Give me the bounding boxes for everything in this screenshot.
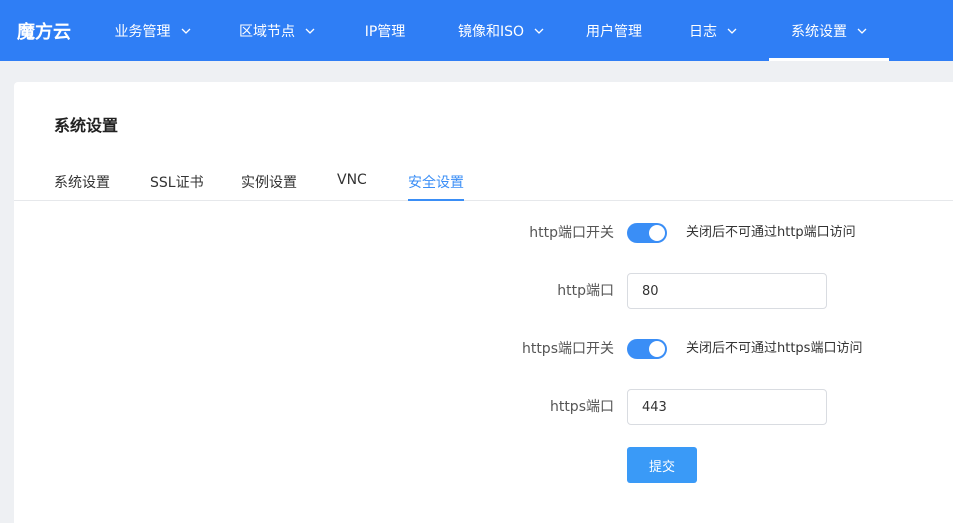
nav-item-label: 日志 bbox=[689, 23, 717, 40]
http-port-toggle[interactable] bbox=[627, 223, 667, 243]
form-row-https-port: https端口 bbox=[14, 389, 953, 425]
http-switch-hint: 关闭后不可通过http端口访问 bbox=[686, 225, 856, 240]
nav-item-system-settings[interactable]: 系统设置 bbox=[769, 0, 889, 61]
settings-tabs: 系统设置 SSL证书 实例设置 VNC 安全设置 bbox=[14, 168, 953, 201]
nav-item-logs[interactable]: 日志 bbox=[657, 0, 769, 61]
settings-card: 系统设置 系统设置 SSL证书 实例设置 VNC 安全设置 http端口开关 关… bbox=[14, 82, 953, 523]
https-switch-label: https端口开关 bbox=[521, 341, 614, 357]
nav-item-label: 区域节点 bbox=[239, 23, 295, 40]
chevron-down-icon bbox=[181, 26, 191, 36]
tab-security-settings[interactable]: 安全设置 bbox=[408, 172, 464, 201]
nav-item-label: IP管理 bbox=[364, 23, 406, 40]
https-port-toggle[interactable] bbox=[627, 339, 667, 359]
http-port-label: http端口 bbox=[557, 283, 614, 299]
nav-item-label: 业务管理 bbox=[114, 23, 171, 40]
page-title: 系统设置 bbox=[54, 116, 119, 135]
tab-system-settings[interactable]: 系统设置 bbox=[54, 172, 110, 201]
chevron-down-icon bbox=[727, 26, 737, 36]
form-row-https-switch: https端口开关 关闭后不可通过https端口访问 bbox=[14, 331, 953, 367]
brand-logo[interactable]: 魔方云 bbox=[0, 0, 90, 61]
tab-vnc[interactable]: VNC bbox=[337, 172, 367, 201]
tab-ssl-certificate[interactable]: SSL证书 bbox=[150, 172, 204, 201]
https-port-label: https端口 bbox=[549, 399, 614, 415]
nav-item-business[interactable]: 业务管理 bbox=[90, 0, 215, 61]
submit-button[interactable]: 提交 bbox=[627, 447, 697, 483]
chevron-down-icon bbox=[305, 26, 315, 36]
nav-item-image-iso[interactable]: 镜像和ISO bbox=[431, 0, 571, 61]
tab-instance-settings[interactable]: 实例设置 bbox=[241, 172, 297, 201]
form-row-http-switch: http端口开关 关闭后不可通过http端口访问 bbox=[14, 215, 953, 251]
top-navbar: 魔方云 业务管理 区域节点 IP管理 镜像和ISO 用户管理 日志 系统设置 bbox=[0, 0, 953, 61]
https-port-input[interactable] bbox=[627, 389, 827, 425]
form-row-http-port: http端口 bbox=[14, 273, 953, 309]
nav-item-region-node[interactable]: 区域节点 bbox=[215, 0, 339, 61]
nav-item-ip-management[interactable]: IP管理 bbox=[339, 0, 431, 61]
toggle-knob bbox=[649, 225, 665, 241]
chevron-down-icon bbox=[857, 26, 867, 36]
nav-item-label: 镜像和ISO bbox=[457, 23, 525, 40]
nav-item-label: 用户管理 bbox=[586, 23, 642, 40]
toggle-knob bbox=[649, 341, 665, 357]
chevron-down-icon bbox=[534, 26, 544, 36]
https-switch-hint: 关闭后不可通过https端口访问 bbox=[686, 341, 863, 356]
http-port-input[interactable] bbox=[627, 273, 827, 309]
nav-item-user-management[interactable]: 用户管理 bbox=[571, 0, 657, 61]
nav-item-label: 系统设置 bbox=[791, 23, 847, 40]
http-switch-label: http端口开关 bbox=[529, 225, 614, 241]
